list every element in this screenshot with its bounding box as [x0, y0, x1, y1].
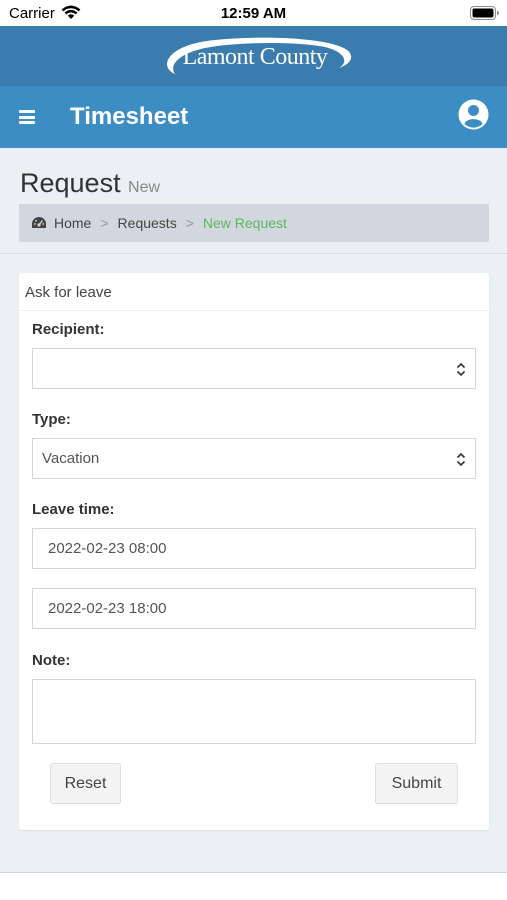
leave-start-input[interactable]: 2022-02-23 08:00: [32, 528, 476, 569]
hamburger-menu-icon[interactable]: [19, 110, 35, 124]
leave-end-value: 2022-02-23 18:00: [48, 600, 167, 617]
breadcrumb-separator: >: [185, 215, 194, 231]
select-arrows-icon: [456, 362, 466, 377]
submit-button[interactable]: Submit: [375, 763, 458, 804]
breadcrumb-requests[interactable]: Requests: [118, 215, 177, 231]
page-title: Request: [20, 168, 121, 198]
status-time: 12:59 AM: [220, 5, 287, 22]
leave-start-value: 2022-02-23 08:00: [48, 540, 167, 557]
battery-icon: [470, 6, 499, 20]
logo-text: Lamont County: [182, 44, 328, 70]
logo: Lamont County: [155, 34, 355, 80]
recipient-select[interactable]: [32, 348, 476, 389]
type-label: Type:: [32, 411, 71, 428]
content-area: Request New Home > Requests > New Reques…: [0, 148, 507, 872]
breadcrumb-separator: >: [100, 215, 109, 231]
form-title: Ask for leave: [19, 273, 489, 311]
type-value: Vacation: [42, 450, 100, 467]
note-label: Note:: [32, 652, 71, 669]
bottom-bar: [0, 872, 507, 900]
type-select[interactable]: Vacation: [32, 438, 476, 479]
reset-button[interactable]: Reset: [50, 763, 121, 804]
breadcrumb-current: New Request: [202, 215, 287, 231]
app-title: Timesheet: [70, 103, 189, 130]
leave-time-label: Leave time:: [32, 501, 115, 518]
user-account-icon[interactable]: [458, 99, 489, 130]
dashboard-icon: [32, 217, 46, 228]
leave-request-form: Ask for leave Recipient: Type: Vacation …: [19, 273, 489, 830]
recipient-label: Recipient:: [32, 321, 105, 338]
header-divider: [0, 253, 507, 254]
leave-end-input[interactable]: 2022-02-23 18:00: [32, 588, 476, 629]
select-arrows-icon: [456, 452, 466, 467]
breadcrumb: Home > Requests > New Request: [19, 204, 489, 242]
note-textarea[interactable]: [32, 679, 476, 744]
breadcrumb-home[interactable]: Home: [54, 215, 91, 231]
page-subtitle: New: [128, 179, 161, 196]
status-bar: Carrier 12:59 AM: [0, 0, 507, 26]
nav-bar: Timesheet: [0, 86, 507, 148]
page-header: Request New: [20, 168, 160, 199]
brand-header: Lamont County: [0, 26, 507, 86]
